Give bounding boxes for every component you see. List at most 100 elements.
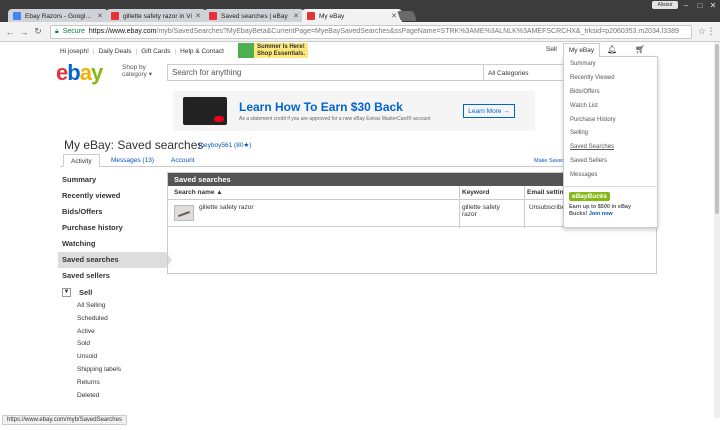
menu-item-purchase-history[interactable]: Purchase History	[564, 113, 657, 127]
reload-icon[interactable]: ↻	[32, 26, 44, 37]
address-bar[interactable]: 🔒︎ Secure https://www.ebay.com /myb/Save…	[50, 24, 692, 39]
profile-button[interactable]: Alistair	[652, 1, 678, 9]
collapse-icon[interactable]: ▼	[62, 287, 71, 297]
sell-link[interactable]: Sell	[546, 46, 557, 53]
ad-headline: Learn How To Earn $30 Back	[239, 100, 403, 114]
menu-item-recently-viewed[interactable]: Recently Viewed	[564, 71, 657, 85]
divider: |	[174, 47, 177, 55]
page-title: My eBay: Saved searches	[64, 138, 204, 152]
forward-icon[interactable]: →	[18, 27, 30, 37]
menu-item-saved-sellers[interactable]: Saved Sellers	[564, 154, 657, 168]
ebay-favicon-icon	[209, 12, 217, 20]
browser-tab[interactable]: gillette safety razor in Vi ✕	[106, 9, 206, 23]
sidebar-item-sold[interactable]: Sold	[58, 338, 166, 351]
menu-item-watch-list[interactable]: Watch List	[564, 99, 657, 113]
gift-cards-link[interactable]: Gift Cards	[141, 48, 170, 55]
help-contact-link[interactable]: Help & Contact	[180, 48, 224, 55]
sidebar-item-unsold[interactable]: Unsold	[58, 351, 166, 364]
promo-banner[interactable]: Summer Is Here! Shop Essentials.	[238, 43, 308, 58]
sidebar-item-active[interactable]: Active	[58, 326, 166, 339]
credit-card-image	[183, 97, 227, 125]
daily-deals-link[interactable]: Daily Deals	[99, 48, 132, 55]
sidebar-item-bids-offers[interactable]: Bids/Offers	[58, 204, 166, 220]
menu-item-messages[interactable]: Messages	[564, 168, 657, 182]
back-icon[interactable]: ←	[4, 27, 16, 37]
menu-item-summary[interactable]: Summary	[564, 57, 657, 71]
bookmark-star-icon[interactable]: ☆	[698, 26, 706, 37]
learn-more-button[interactable]: Learn More →	[463, 104, 515, 118]
item-thumbnail[interactable]	[174, 205, 194, 221]
username-link[interactable]: joeyboy561 (80★)	[199, 141, 251, 149]
sidebar-item-all-selling[interactable]: All Selling	[58, 300, 166, 313]
credit-card-ad[interactable]: Learn How To Earn $30 Back As a statemen…	[173, 91, 535, 131]
tab-messages[interactable]: Messages (13)	[104, 154, 161, 167]
sidebar-item-shipping-labels[interactable]: Shipping labels	[58, 364, 166, 377]
keyword-cell: gillette safety razor	[462, 204, 500, 218]
sidebar-item-recently-viewed[interactable]: Recently viewed	[58, 188, 166, 204]
join-now-link[interactable]: Join now	[589, 211, 613, 217]
greeting[interactable]: Hi joseph!	[60, 48, 89, 55]
close-tab-icon[interactable]: ✕	[97, 12, 103, 20]
tab-activity[interactable]: Activity	[63, 154, 100, 167]
sidebar-item-scheduled[interactable]: Scheduled	[58, 313, 166, 326]
browser-menu-icon[interactable]: ⋮	[706, 26, 716, 37]
url-host: https://www.ebay.com	[88, 28, 157, 35]
sidebar: Summary Recently viewed Bids/Offers Purc…	[58, 172, 172, 403]
sidebar-item-watching[interactable]: Watching	[58, 236, 166, 252]
ebay-bucks-promo[interactable]: eBayBucks Earn up to $500 in eBay Bucks!…	[569, 192, 647, 217]
promo-image	[238, 43, 254, 58]
sidebar-section-sell[interactable]: ▼ Sell	[58, 284, 166, 300]
new-tab-button[interactable]	[397, 11, 417, 21]
search-input[interactable]: Search for anything	[167, 64, 484, 81]
sidebar-item-saved-searches[interactable]: Saved searches	[58, 252, 172, 268]
maximize-icon[interactable]: □	[694, 0, 706, 12]
divider	[564, 186, 657, 187]
search-placeholder: Search for anything	[172, 68, 242, 77]
sidebar-item-returns[interactable]: Returns	[58, 377, 166, 390]
browser-tab[interactable]: Saved searches | eBay ✕	[204, 9, 304, 23]
lock-icon: 🔒︎	[55, 27, 59, 35]
page-content: Hi joseph! | Daily Deals | Gift Cards | …	[0, 42, 720, 418]
column-divider	[459, 186, 460, 228]
close-tab-icon[interactable]: ✕	[293, 12, 299, 20]
sidebar-item-saved-sellers[interactable]: Saved sellers	[58, 268, 166, 284]
search-name-link[interactable]: gillette safety razor	[199, 204, 254, 211]
close-window-icon[interactable]: ✕	[707, 0, 719, 12]
browser-tab-strip: Alistair – □ ✕ Ebay Razors - Google Do ✕…	[0, 0, 720, 23]
column-search-name[interactable]: Search name ▲	[174, 189, 223, 196]
close-tab-icon[interactable]: ✕	[195, 12, 201, 20]
divider: |	[92, 47, 95, 55]
minimize-icon[interactable]: –	[680, 0, 692, 12]
ad-subtext: As a statement credit if you are approve…	[239, 116, 431, 122]
browser-tab[interactable]: Ebay Razors - Google Do ✕	[8, 9, 108, 23]
ebay-favicon-icon	[111, 12, 119, 20]
page-scrollbar[interactable]	[714, 42, 720, 418]
ebay-bucks-logo: eBayBucks	[569, 192, 611, 201]
cart-icon[interactable]: 🛒︎	[635, 45, 645, 54]
sidebar-item-deleted[interactable]: Deleted	[58, 390, 166, 403]
secure-label: Secure	[62, 28, 85, 35]
column-keyword: Keyword	[462, 189, 490, 196]
category-select[interactable]: All Categories	[484, 64, 564, 81]
my-ebay-dropdown: Summary Recently Viewed Bids/Offers Watc…	[563, 56, 658, 228]
unsubscribe-link[interactable]: Unsubscribe	[529, 204, 565, 211]
tab-account[interactable]: Account	[164, 154, 202, 167]
make-saved-link[interactable]: Make Saved	[534, 158, 565, 164]
close-tab-icon[interactable]: ✕	[391, 12, 397, 20]
sidebar-item-purchase-history[interactable]: Purchase history	[58, 220, 166, 236]
browser-toolbar: ← → ↻ 🔒︎ Secure https://www.ebay.com /my…	[0, 22, 720, 42]
sidebar-item-summary[interactable]: Summary	[58, 172, 166, 188]
my-ebay-button[interactable]: My eBay	[563, 43, 600, 57]
menu-item-saved-searches[interactable]: Saved Searches	[564, 140, 657, 154]
shop-by-category-button[interactable]: Shop by category ▾	[122, 64, 164, 78]
promo-line-2: Shop Essentials.	[257, 50, 306, 57]
menu-item-bids-offers[interactable]: Bids/Offers	[564, 85, 657, 99]
scrollbar-thumb[interactable]	[715, 44, 719, 214]
chevron-down-icon: ▾	[148, 71, 153, 78]
notification-bell-icon[interactable]: 🔔︎	[607, 45, 617, 54]
menu-item-selling[interactable]: Selling	[564, 126, 657, 140]
browser-tab-active[interactable]: My eBay ✕	[302, 9, 402, 23]
utility-bar: Hi joseph! | Daily Deals | Gift Cards | …	[60, 45, 224, 57]
ebay-logo[interactable]: ebay	[56, 61, 103, 85]
url-path: /myb/SavedSearches?MyEbayBeta&CurrentPag…	[156, 28, 679, 35]
